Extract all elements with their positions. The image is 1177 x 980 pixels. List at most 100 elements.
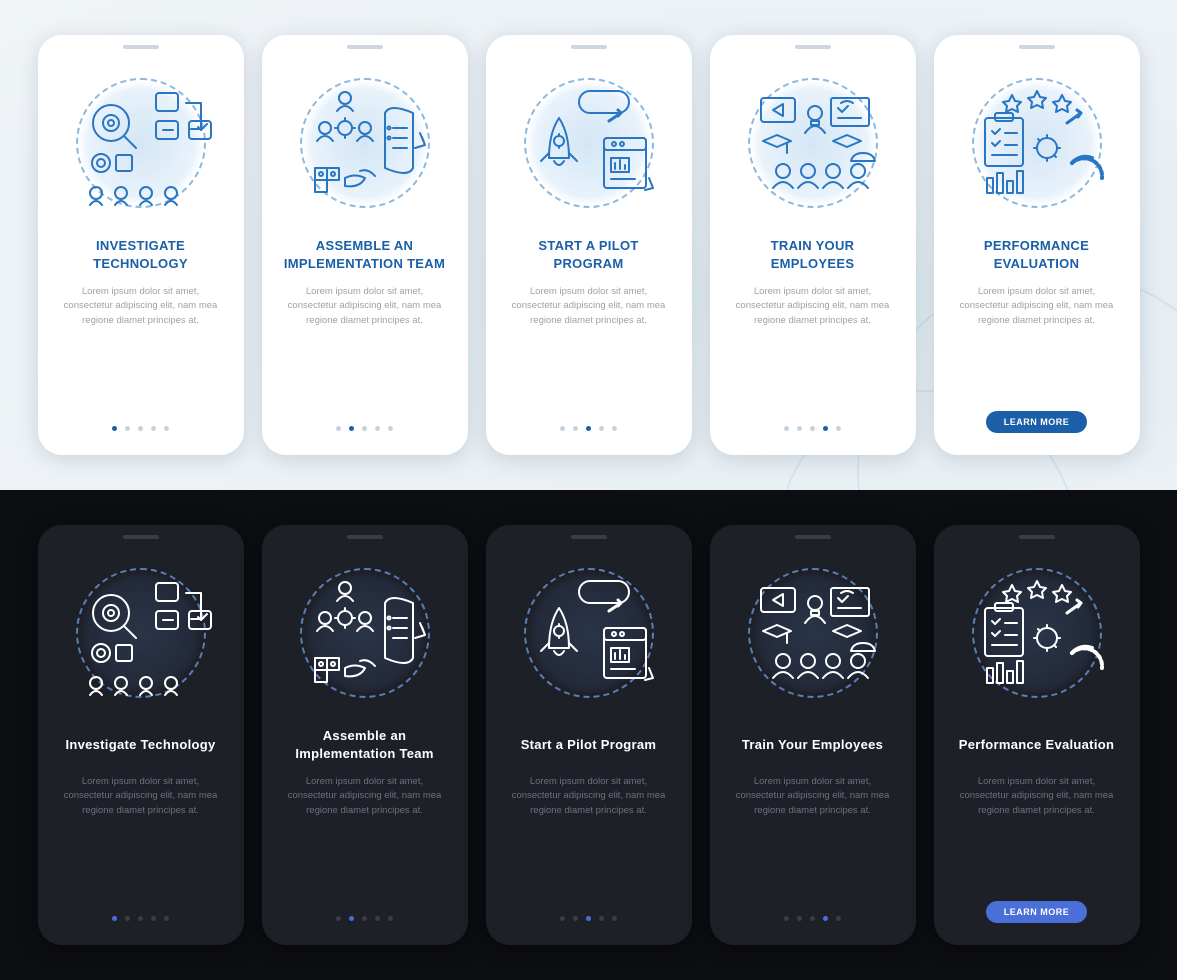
learn-more-button[interactable]: LEARN MORE [986, 411, 1088, 433]
pagination-dots [112, 916, 169, 921]
phone-notch [123, 45, 159, 49]
pagination-dot[interactable] [375, 916, 380, 921]
pagination-dot[interactable] [151, 426, 156, 431]
card-illustration [957, 63, 1117, 223]
pagination-dot[interactable] [375, 426, 380, 431]
pagination-dot[interactable] [388, 916, 393, 921]
pagination-dots [784, 426, 841, 431]
card-illustration [733, 553, 893, 713]
card-illustration [733, 63, 893, 223]
pagination-dot[interactable] [586, 916, 591, 921]
card-illustration: START [509, 63, 669, 223]
pagination-dot[interactable] [362, 916, 367, 921]
pagination-dots [560, 426, 617, 431]
card-description: Lorem ipsum dolor sit amet, consectetur … [728, 775, 898, 818]
pagination-dot[interactable] [112, 426, 117, 431]
light-section: INVESTIGATE TECHNOLOGY Lorem ipsum dolor… [0, 0, 1177, 490]
pagination-dot[interactable] [612, 426, 617, 431]
card-title: Performance Evaluation [959, 727, 1114, 763]
onboarding-card: ASSEMBLE AN IMPLEMENTATION TEAM Lorem ip… [262, 35, 468, 455]
pagination-dot[interactable] [573, 916, 578, 921]
pagination-dot[interactable] [138, 426, 143, 431]
card-illustration [957, 553, 1117, 713]
phone-notch [1019, 535, 1055, 539]
svg-text:START: START [586, 97, 622, 109]
pagination-dot[interactable] [599, 426, 604, 431]
card-title: Train Your Employees [742, 727, 883, 763]
card-illustration: START [509, 553, 669, 713]
card-description: Lorem ipsum dolor sit amet, consectetur … [56, 775, 226, 818]
phone-notch [1019, 45, 1055, 49]
card-illustration [285, 553, 445, 713]
pagination-dots [112, 426, 169, 431]
phone-notch [347, 45, 383, 49]
onboarding-card: Performance Evaluation Lorem ipsum dolor… [934, 525, 1140, 945]
pagination-dot[interactable] [784, 916, 789, 921]
phone-notch [571, 45, 607, 49]
pagination-dot[interactable] [836, 916, 841, 921]
pagination-dots [560, 916, 617, 921]
onboarding-card: START START A PILOT PROGRAM Lorem ipsum … [486, 35, 692, 455]
pagination-dots [784, 916, 841, 921]
pagination-dot[interactable] [823, 426, 828, 431]
pagination-dot[interactable] [125, 916, 130, 921]
card-description: Lorem ipsum dolor sit amet, consectetur … [728, 285, 898, 328]
card-illustration [61, 553, 221, 713]
svg-text:START: START [586, 587, 622, 599]
phone-notch [571, 535, 607, 539]
pagination-dot[interactable] [164, 916, 169, 921]
onboarding-card: TRAIN YOUR EMPLOYEES Lorem ipsum dolor s… [710, 35, 916, 455]
pagination-dot[interactable] [336, 426, 341, 431]
card-description: Lorem ipsum dolor sit amet, consectetur … [504, 285, 674, 328]
pagination-dot[interactable] [138, 916, 143, 921]
pagination-dot[interactable] [151, 916, 156, 921]
pagination-dot[interactable] [112, 916, 117, 921]
pagination-dot[interactable] [810, 916, 815, 921]
pagination-dot[interactable] [784, 426, 789, 431]
pagination-dot[interactable] [586, 426, 591, 431]
onboarding-card: Investigate Technology Lorem ipsum dolor… [38, 525, 244, 945]
pagination-dot[interactable] [336, 916, 341, 921]
learn-more-button[interactable]: LEARN MORE [986, 901, 1088, 923]
pagination-dot[interactable] [349, 426, 354, 431]
card-title: Investigate Technology [65, 727, 215, 763]
card-title: ASSEMBLE AN IMPLEMENTATION TEAM [280, 237, 450, 273]
pagination-dot[interactable] [823, 916, 828, 921]
phone-notch [347, 535, 383, 539]
card-title: START A PILOT PROGRAM [504, 237, 674, 273]
pagination-dot[interactable] [125, 426, 130, 431]
pagination-dot[interactable] [836, 426, 841, 431]
card-illustration [61, 63, 221, 223]
card-title: Assemble an Implementation Team [280, 727, 450, 763]
card-title: Start a Pilot Program [521, 727, 657, 763]
pagination-dot[interactable] [797, 916, 802, 921]
dark-section: Investigate Technology Lorem ipsum dolor… [0, 490, 1177, 980]
onboarding-card: Train Your Employees Lorem ipsum dolor s… [710, 525, 916, 945]
card-description: Lorem ipsum dolor sit amet, consectetur … [280, 775, 450, 818]
pagination-dot[interactable] [573, 426, 578, 431]
onboarding-card: START Start a Pilot Program Lorem ipsum … [486, 525, 692, 945]
pagination-dot[interactable] [164, 426, 169, 431]
card-illustration [285, 63, 445, 223]
phone-notch [123, 535, 159, 539]
pagination-dot[interactable] [810, 426, 815, 431]
pagination-dot[interactable] [388, 426, 393, 431]
pagination-dot[interactable] [560, 916, 565, 921]
pagination-dot[interactable] [560, 426, 565, 431]
pagination-dot[interactable] [612, 916, 617, 921]
pagination-dots [336, 916, 393, 921]
card-description: Lorem ipsum dolor sit amet, consectetur … [504, 775, 674, 818]
pagination-dots [336, 426, 393, 431]
card-title: TRAIN YOUR EMPLOYEES [728, 237, 898, 273]
card-description: Lorem ipsum dolor sit amet, consectetur … [56, 285, 226, 328]
onboarding-card: Assemble an Implementation Team Lorem ip… [262, 525, 468, 945]
pagination-dot[interactable] [362, 426, 367, 431]
pagination-dot[interactable] [349, 916, 354, 921]
card-title: INVESTIGATE TECHNOLOGY [56, 237, 226, 273]
onboarding-card: INVESTIGATE TECHNOLOGY Lorem ipsum dolor… [38, 35, 244, 455]
phone-notch [795, 535, 831, 539]
onboarding-card: PERFORMANCE EVALUATION Lorem ipsum dolor… [934, 35, 1140, 455]
card-description: Lorem ipsum dolor sit amet, consectetur … [952, 775, 1122, 818]
pagination-dot[interactable] [599, 916, 604, 921]
pagination-dot[interactable] [797, 426, 802, 431]
